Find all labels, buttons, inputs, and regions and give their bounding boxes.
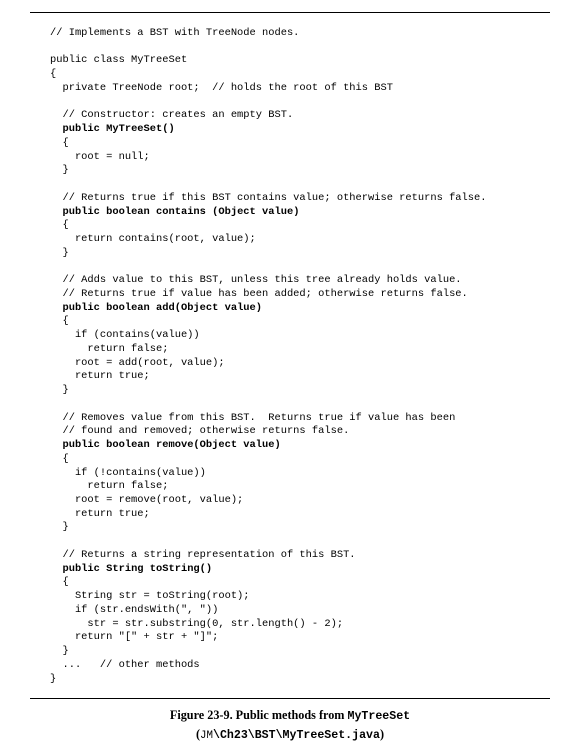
rule-bottom — [30, 698, 550, 699]
figure-caption: Figure 23-9. Public methods from MyTreeS… — [30, 707, 550, 745]
l: return true; — [50, 370, 150, 382]
l: public class MyTreeSet — [50, 54, 187, 66]
sig-contains: public boolean contains (Object value) — [62, 206, 299, 218]
sig-tostring: public String toString() — [62, 563, 212, 575]
sig-remove: public boolean remove(Object value) — [62, 439, 280, 451]
l: // Removes value from this BST. Returns … — [50, 412, 455, 424]
l: root = add(root, value); — [50, 357, 225, 369]
l — [50, 439, 62, 451]
caption-close: ) — [380, 727, 384, 741]
l: return false; — [50, 480, 168, 492]
l: return true; — [50, 508, 150, 520]
l: { — [50, 576, 69, 588]
l: str = str.substring(0, str.length() - 2)… — [50, 618, 343, 630]
l: } — [50, 247, 69, 259]
l — [50, 563, 62, 575]
l: root = null; — [50, 151, 150, 163]
l: if (str.endsWith(", ")) — [50, 604, 218, 616]
l: return contains(root, value); — [50, 233, 256, 245]
l — [50, 206, 62, 218]
l: { — [50, 137, 69, 149]
l: root = remove(root, value); — [50, 494, 243, 506]
l: if (contains(value)) — [50, 329, 200, 341]
l: private TreeNode root; // holds the root… — [50, 82, 393, 94]
caption-path: \Ch23\BST\MyTreeSet.java — [213, 729, 380, 742]
l: } — [50, 645, 69, 657]
l: ... // other methods — [50, 659, 200, 671]
l — [50, 302, 62, 314]
sig-constructor: public MyTreeSet() — [62, 123, 174, 135]
code-listing: // Implements a BST with TreeNode nodes.… — [30, 25, 550, 692]
rule-top — [30, 12, 550, 13]
l — [50, 123, 62, 135]
l: { — [50, 315, 69, 327]
l: // Returns a string representation of th… — [50, 549, 356, 561]
l: // found and removed; otherwise returns … — [50, 425, 349, 437]
sig-add: public boolean add(Object value) — [62, 302, 262, 314]
l: } — [50, 673, 56, 685]
l: } — [50, 384, 69, 396]
l: String str = toString(root); — [50, 590, 250, 602]
l: return false; — [50, 343, 168, 355]
l: // Adds value to this BST, unless this t… — [50, 274, 462, 286]
l: // Implements a BST with TreeNode nodes. — [50, 27, 299, 39]
l: { — [50, 453, 69, 465]
l: if (!contains(value)) — [50, 467, 206, 479]
caption-classname: MyTreeSet — [348, 710, 411, 723]
caption-jm: JM — [200, 730, 213, 742]
l: { — [50, 219, 69, 231]
l: } — [50, 164, 69, 176]
l: // Constructor: creates an empty BST. — [50, 109, 293, 121]
l: return "[" + str + "]"; — [50, 631, 218, 643]
l: // Returns true if value has been added;… — [50, 288, 468, 300]
l: // Returns true if this BST contains val… — [50, 192, 486, 204]
l: } — [50, 521, 69, 533]
caption-text: Figure 23-9. Public methods from — [170, 708, 348, 722]
l: { — [50, 68, 56, 80]
page: // Implements a BST with TreeNode nodes.… — [0, 0, 580, 745]
